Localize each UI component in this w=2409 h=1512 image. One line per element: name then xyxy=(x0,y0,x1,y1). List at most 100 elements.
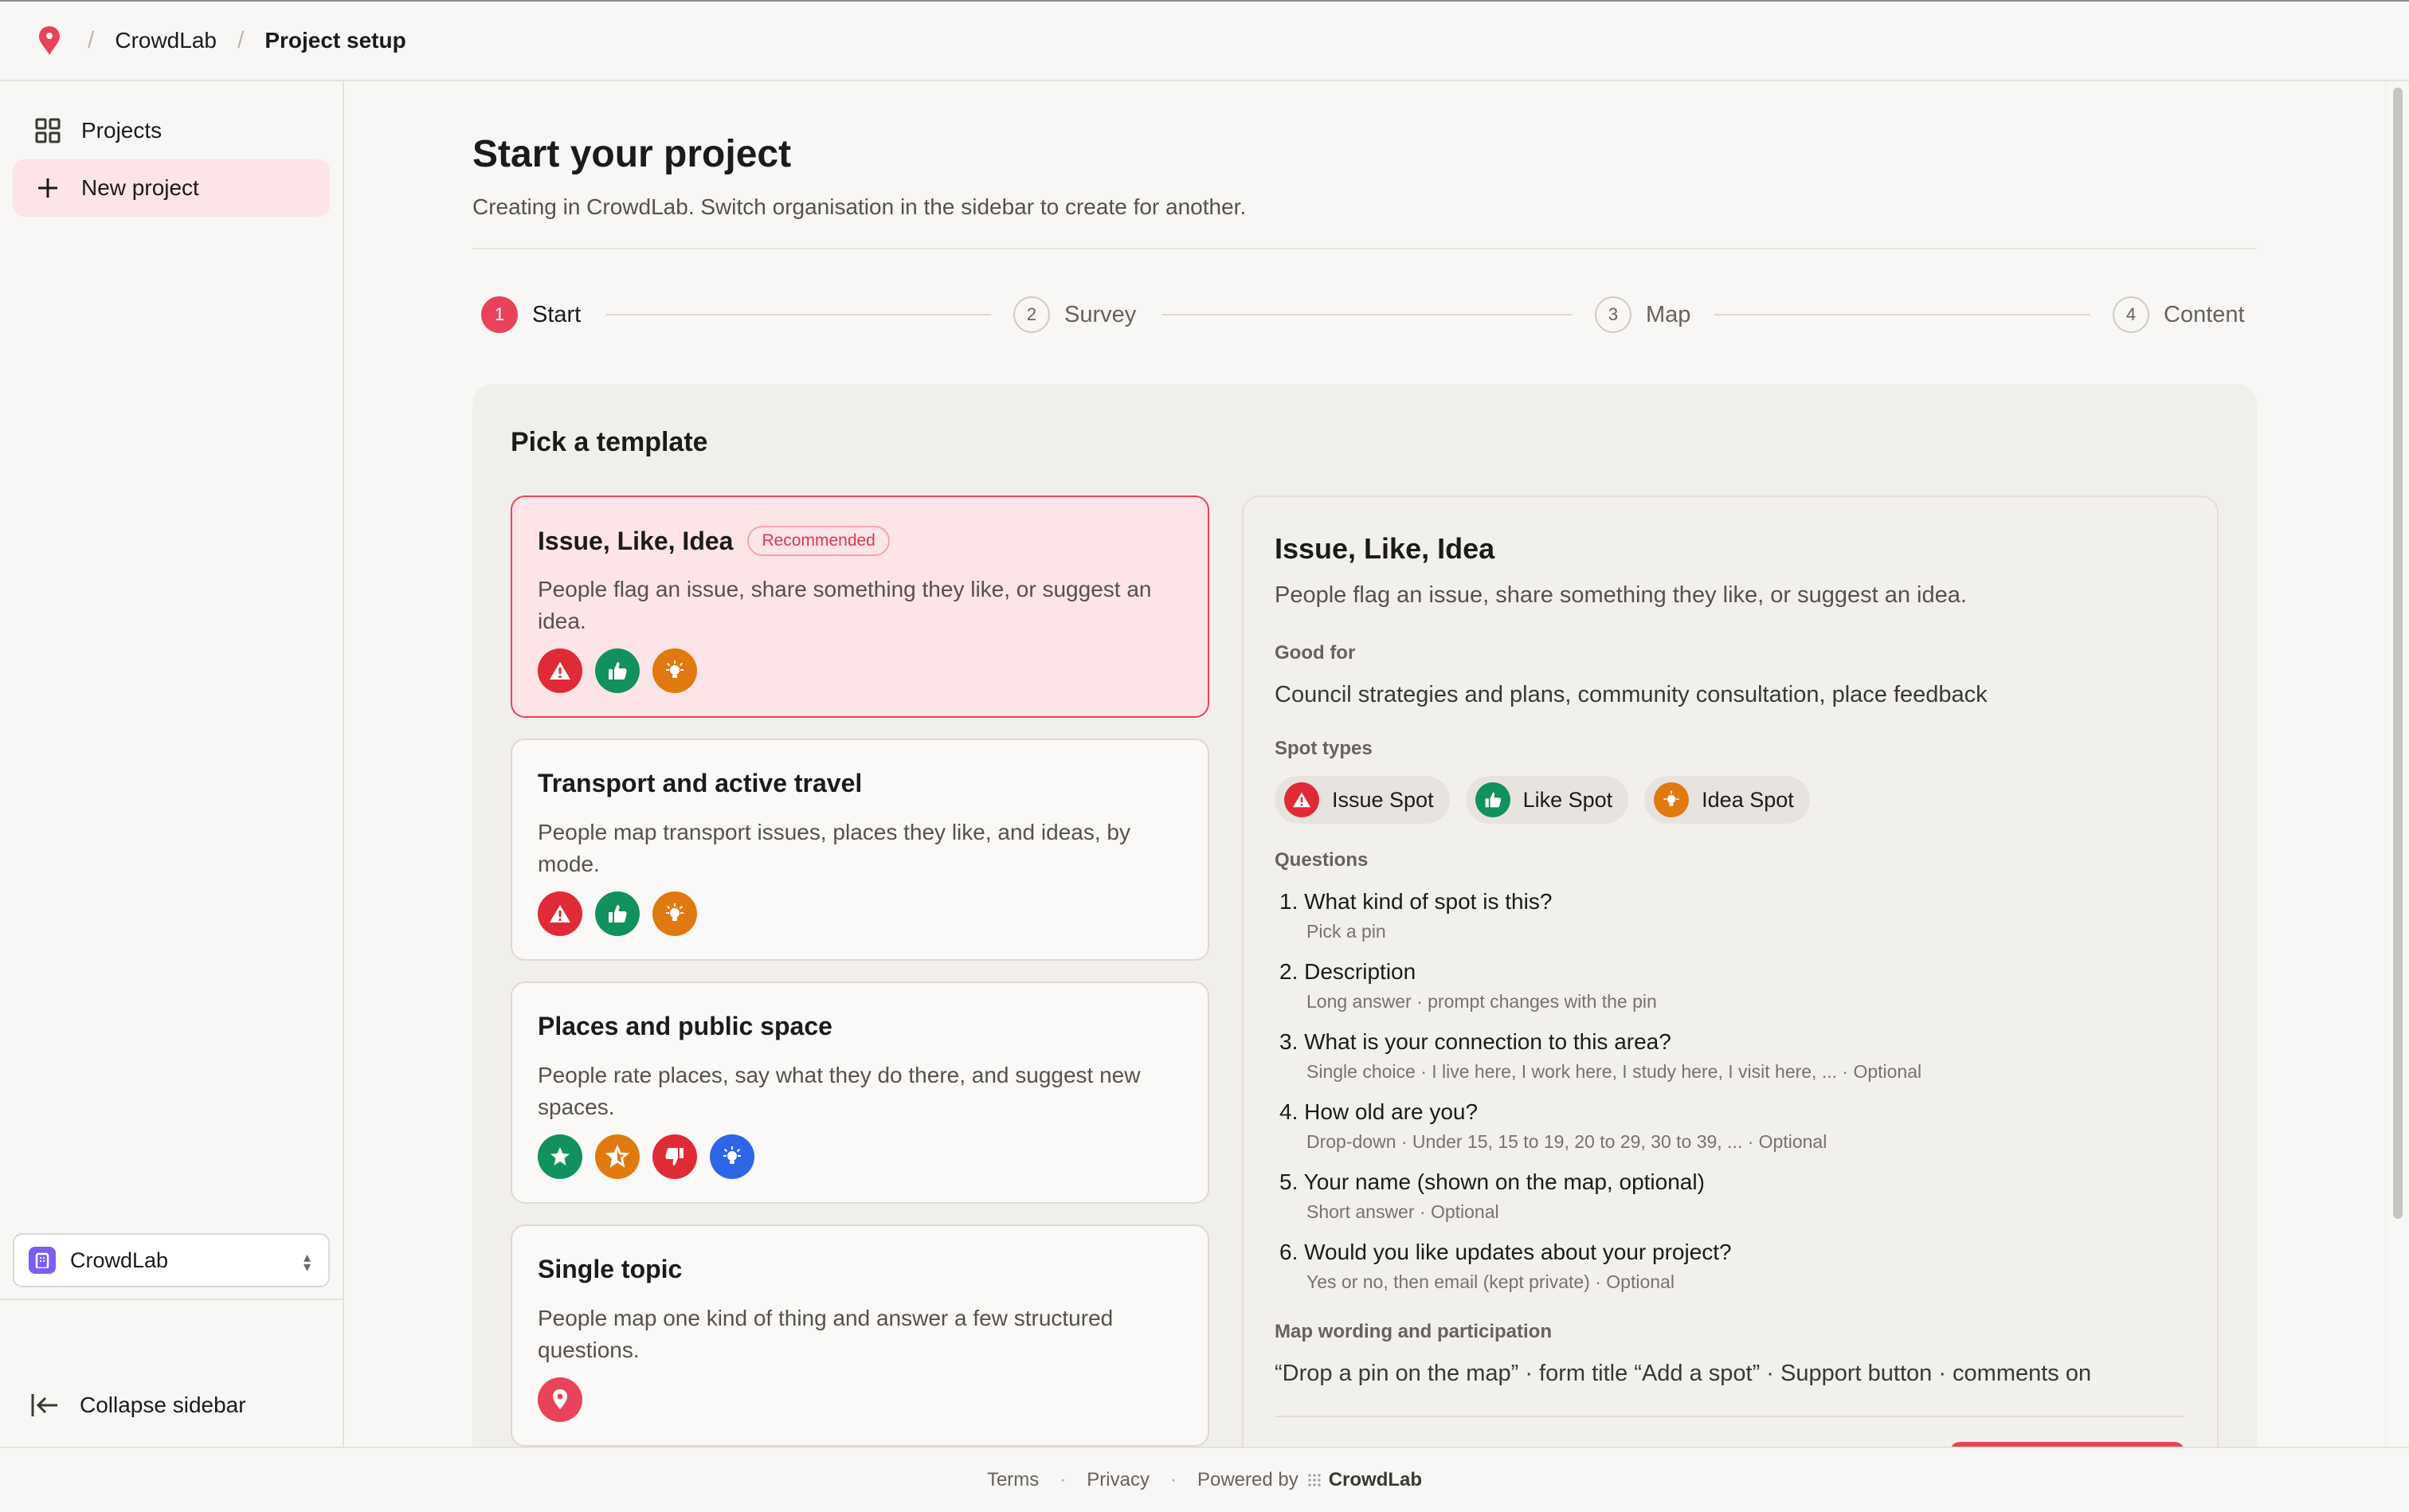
template-card-title: Places and public space xyxy=(538,1012,832,1040)
org-select[interactable]: CrowdLab ▴ ▾ xyxy=(13,1233,330,1287)
page-title: Start your project xyxy=(472,133,792,175)
spot-chip-label: Like Spot xyxy=(1522,787,1613,812)
crowdlab-mark-icon xyxy=(1306,1472,1322,1488)
warning-icon xyxy=(1284,782,1319,817)
page-subtitle: Creating in CrowdLab. Switch organisatio… xyxy=(472,194,1247,219)
thumbs-down-icon xyxy=(652,1134,697,1179)
breadcrumb-org[interactable]: CrowdLab xyxy=(115,28,217,53)
footer-brand[interactable]: CrowdLab xyxy=(1306,1469,1422,1491)
question-item: 6. Would you like updates about your pro… xyxy=(1279,1240,1732,1293)
good-for-label: Good for xyxy=(1275,642,1356,664)
crowdlab-logo-icon[interactable] xyxy=(32,23,67,58)
template-card-icons xyxy=(538,1134,754,1179)
question-item: 4. How old are you? Drop-down · Under 15… xyxy=(1279,1099,1827,1153)
updown-chevron-icon: ▴ ▾ xyxy=(303,1249,311,1275)
footer-separator: · xyxy=(1169,1469,1177,1490)
sidebar-item-label: Projects xyxy=(81,118,163,143)
template-card-title: Single topic xyxy=(538,1255,683,1283)
collapse-left-icon xyxy=(29,1389,61,1421)
template-card-single-topic[interactable]: Single topic People map one kind of thin… xyxy=(511,1224,1209,1447)
spot-chip-label: Idea Spot xyxy=(1702,787,1794,812)
question-item: 2. Description Long answer · prompt chan… xyxy=(1279,959,1657,1013)
question-item: 5. Your name (shown on the map, optional… xyxy=(1279,1169,1705,1223)
lightbulb-icon xyxy=(652,891,697,936)
sidebar-item-new-project[interactable]: New project xyxy=(13,159,330,217)
thumbs-up-icon xyxy=(595,891,640,936)
footer-separator: · xyxy=(1060,1469,1067,1490)
half-star-icon xyxy=(595,1134,640,1179)
spot-types-label: Spot types xyxy=(1275,738,1373,759)
step-number: 2 xyxy=(1013,296,1050,333)
template-card-description: People map one kind of thing and answer … xyxy=(538,1306,1114,1362)
question-title: 2. Description xyxy=(1279,959,1416,984)
step-number: 1 xyxy=(481,296,518,333)
collapse-sidebar-label: Collapse sidebar xyxy=(80,1393,246,1417)
questions-label: Questions xyxy=(1275,849,1369,871)
question-subtitle: Pick a pin xyxy=(1306,921,1386,942)
step-survey[interactable]: 2 Survey xyxy=(1013,295,1136,335)
question-title: 5. Your name (shown on the map, optional… xyxy=(1279,1169,1705,1194)
step-label: Survey xyxy=(1064,301,1137,327)
breadcrumb-separator: / xyxy=(237,27,245,53)
main-scrollbar-thumb[interactable] xyxy=(2393,88,2403,1219)
map-wording-text: “Drop a pin on the map” · form title “Ad… xyxy=(1275,1361,2092,1386)
org-select-value: CrowdLab xyxy=(70,1248,169,1272)
sidebar-item-label: New project xyxy=(81,175,199,200)
template-title-text: Issue, Like, Idea xyxy=(538,526,734,555)
footer-brand-name: CrowdLab xyxy=(1328,1469,1423,1490)
step-content[interactable]: 4 Content xyxy=(2113,295,2245,335)
template-card-title: Issue, Like, Idea Recommended xyxy=(538,526,890,556)
template-card-description: People map transport issues, places they… xyxy=(538,820,1130,876)
grid-icon xyxy=(32,115,64,147)
terms-link[interactable]: Terms xyxy=(987,1469,1039,1491)
pick-template-heading: Pick a template xyxy=(511,427,708,457)
question-title: 4. How old are you? xyxy=(1279,1099,1479,1124)
stepper-connector xyxy=(1161,314,1573,315)
spot-chip-idea: Idea Spot xyxy=(1644,776,1810,824)
lightbulb-icon xyxy=(710,1134,754,1179)
privacy-link[interactable]: Privacy xyxy=(1087,1469,1150,1491)
thumbs-up-icon xyxy=(595,648,640,693)
template-card-icons xyxy=(538,1377,582,1422)
question-item: 3. What is your connection to this area?… xyxy=(1279,1029,1921,1083)
detail-divider xyxy=(1275,1416,2184,1417)
template-card-issue-like-idea[interactable]: Issue, Like, Idea Recommended People fla… xyxy=(511,496,1209,718)
template-card-title: Transport and active travel xyxy=(538,769,863,797)
stepper-connector xyxy=(605,314,991,315)
spot-chip-like: Like Spot xyxy=(1465,776,1629,824)
template-card-icons xyxy=(538,648,697,693)
question-item: 1. What kind of spot is this? Pick a pin xyxy=(1279,889,1552,942)
sidebar-item-projects[interactable]: Projects xyxy=(13,102,330,159)
map-pin-icon xyxy=(538,1377,582,1422)
step-label: Content xyxy=(2164,301,2245,327)
warning-icon xyxy=(538,891,582,936)
detail-description: People flag an issue, share something th… xyxy=(1275,582,1967,608)
building-icon xyxy=(29,1247,56,1274)
question-subtitle: Single choice · I live here, I work here… xyxy=(1306,1061,1922,1082)
lightbulb-icon xyxy=(652,648,697,693)
lightbulb-icon xyxy=(1654,782,1690,817)
question-subtitle: Long answer · prompt changes with the pi… xyxy=(1306,991,1657,1012)
step-label: Start xyxy=(532,301,582,327)
template-card-places[interactable]: Places and public space People rate plac… xyxy=(511,981,1209,1204)
spot-chip-label: Issue Spot xyxy=(1332,787,1434,812)
question-title: 1. What kind of spot is this? xyxy=(1279,889,1553,914)
question-subtitle: Short answer · Optional xyxy=(1306,1201,1499,1222)
question-subtitle: Yes or no, then email (kept private) · O… xyxy=(1306,1271,1675,1292)
collapse-sidebar-button[interactable]: Collapse sidebar xyxy=(13,1377,330,1434)
detail-title: Issue, Like, Idea xyxy=(1275,532,1495,565)
step-number: 4 xyxy=(2113,296,2149,333)
footer: Terms · Privacy · Powered by CrowdLab xyxy=(0,1447,2409,1512)
template-card-transport[interactable]: Transport and active travel People map t… xyxy=(511,738,1209,961)
step-start[interactable]: 1 Start xyxy=(481,295,581,335)
template-card-description: People flag an issue, share something th… xyxy=(538,577,1152,633)
template-card-icons xyxy=(538,891,697,936)
question-title: 3. What is your connection to this area? xyxy=(1279,1029,1671,1054)
good-for-text: Council strategies and plans, community … xyxy=(1275,682,1988,707)
step-map[interactable]: 3 Map xyxy=(1595,295,1690,335)
thumbs-up-icon xyxy=(1475,782,1510,817)
spot-type-chips: Issue Spot Like Spot Idea Spot xyxy=(1275,776,1810,824)
star-icon xyxy=(538,1134,582,1179)
spot-chip-issue: Issue Spot xyxy=(1275,776,1450,824)
recommended-badge: Recommended xyxy=(747,526,890,556)
